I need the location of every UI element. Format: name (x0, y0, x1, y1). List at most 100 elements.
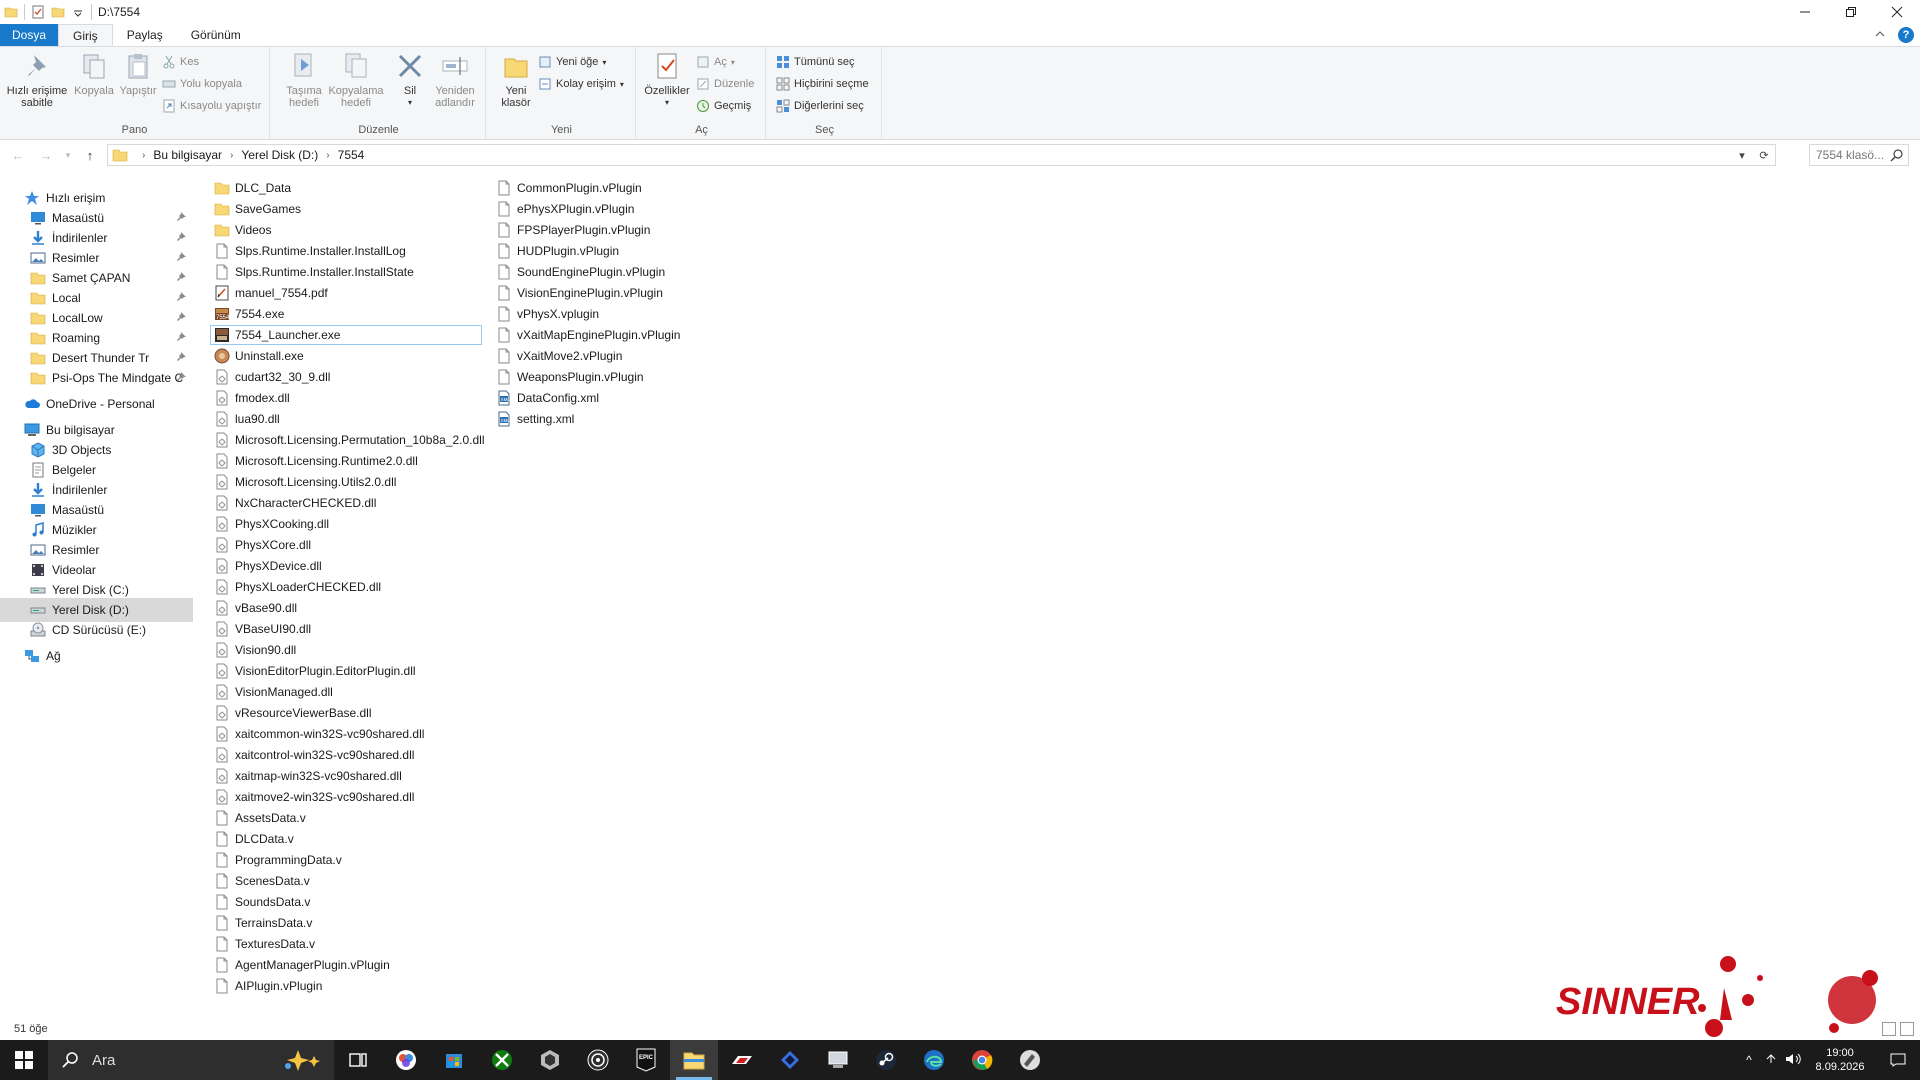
file-item[interactable]: VisionEditorPlugin.EditorPlugin.dll (210, 661, 416, 681)
folder-item[interactable]: DLC_Data (210, 178, 291, 198)
start-button[interactable] (0, 1040, 48, 1080)
file-item[interactable]: AgentManagerPlugin.vPlugin (210, 955, 390, 975)
davinci-icon[interactable] (382, 1040, 430, 1080)
move-to-button[interactable]: Taşıma hedefi (278, 51, 330, 109)
rename-button[interactable]: Yeniden adlandır (428, 51, 482, 109)
file-item[interactable]: WeaponsPlugin.vPlugin (492, 367, 644, 387)
folder-item[interactable]: SaveGames (210, 199, 301, 219)
obs-icon[interactable] (574, 1040, 622, 1080)
breadcrumb-7554[interactable]: 7554 (338, 148, 365, 162)
restore-button[interactable] (1828, 0, 1874, 24)
file-item[interactable]: vXaitMapEnginePlugin.vPlugin (492, 325, 680, 345)
file-item[interactable]: vXaitMove2.vPlugin (492, 346, 622, 366)
file-item[interactable]: NxCharacterCHECKED.dll (210, 493, 376, 513)
file-item[interactable]: Microsoft.Licensing.Permutation_10b8a_2.… (210, 430, 484, 450)
file-item[interactable]: xaitmove2-win32S-vc90shared.dll (210, 787, 414, 807)
tab-view[interactable]: Görünüm (177, 24, 255, 46)
collapse-ribbon-icon[interactable] (1874, 28, 1886, 43)
folder-item[interactable]: Videos (210, 220, 271, 240)
tab-file[interactable]: Dosya (0, 24, 59, 46)
file-item[interactable]: XML setting.xml (492, 409, 574, 429)
new-folder-icon[interactable] (51, 5, 65, 19)
file-item[interactable]: ePhysXPlugin.vPlugin (492, 199, 634, 219)
chrome-icon[interactable] (958, 1040, 1006, 1080)
notification-center-icon[interactable] (1876, 1040, 1920, 1080)
xbox-icon[interactable] (478, 1040, 526, 1080)
address-dropdown-icon[interactable]: ▾ (1731, 149, 1753, 162)
file-item[interactable]: xaitcommon-win32S-vc90shared.dll (210, 724, 424, 744)
large-icons-view-icon[interactable] (1900, 1022, 1914, 1036)
remote-desktop-icon[interactable] (814, 1040, 862, 1080)
file-item[interactable]: HUDPlugin.vPlugin (492, 241, 619, 261)
cut-button[interactable]: Kes (162, 53, 199, 71)
file-item[interactable]: FPSPlayerPlugin.vPlugin (492, 220, 650, 240)
properties-button[interactable]: Özellikler ▾ (642, 51, 692, 109)
customize-chevron-icon[interactable] (71, 5, 85, 19)
file-item[interactable]: TerrainsData.v (210, 913, 312, 933)
file-item[interactable]: xaitcontrol-win32S-vc90shared.dll (210, 745, 414, 765)
file-item[interactable]: SoundsData.v (210, 892, 310, 912)
file-item[interactable]: VBaseUI90.dll (210, 619, 311, 639)
copy-to-button[interactable]: Kopyalama hedefi (324, 51, 388, 109)
copy-path-button[interactable]: Yolu kopyala (162, 75, 242, 93)
close-button[interactable] (1874, 0, 1920, 24)
select-all-button[interactable]: Tümünü seç (776, 53, 855, 71)
file-item[interactable]: AIPlugin.vPlugin (210, 976, 322, 996)
file-item[interactable]: vBase90.dll (210, 598, 297, 618)
file-item[interactable]: XML DataConfig.xml (492, 388, 599, 408)
refresh-icon[interactable]: ⟳ (1753, 149, 1775, 162)
recent-locations-button[interactable]: ▾ (60, 142, 76, 168)
up-button[interactable]: ↑ (76, 142, 104, 168)
sidebar-item[interactable]: Psi-Ops The Mindgate C (0, 366, 193, 390)
history-button[interactable]: Geçmiş (696, 97, 751, 115)
file-item[interactable]: Vision90.dll (210, 640, 296, 660)
network-icon[interactable] (1760, 1053, 1782, 1068)
file-item[interactable]: PhysXDevice.dll (210, 556, 322, 576)
easy-access-button[interactable]: Kolay erişim ▾ (538, 75, 624, 93)
pin-quick-access-button[interactable]: Hızlı erişime sabitle (6, 51, 68, 109)
chevron-right-icon[interactable]: › (142, 150, 145, 161)
search-input[interactable]: 7554 klasö... (1809, 144, 1909, 166)
back-button[interactable]: ← (4, 142, 32, 168)
help-icon[interactable]: ? (1898, 27, 1914, 43)
file-item[interactable]: TexturesData.v (210, 934, 315, 954)
file-item[interactable]: cudart32_30_9.dll (210, 367, 330, 387)
task-view-icon[interactable] (334, 1040, 382, 1080)
epic-games-icon[interactable] (526, 1040, 574, 1080)
breadcrumb-drive-d[interactable]: Yerel Disk (D:) (241, 148, 318, 162)
file-item[interactable]: CommonPlugin.vPlugin (492, 178, 642, 198)
invert-selection-button[interactable]: Diğerlerini seç (776, 97, 864, 115)
new-item-button[interactable]: Yeni öğe ▾ (538, 53, 606, 71)
file-item[interactable]: PhysXCooking.dll (210, 514, 329, 534)
open-button[interactable]: Aç ▾ (696, 53, 735, 71)
file-item[interactable]: 7554_Launcher.exe (210, 325, 482, 345)
copy-button[interactable]: Kopyala (70, 51, 118, 97)
tab-share[interactable]: Paylaş (113, 24, 177, 46)
file-item[interactable]: lua90.dll (210, 409, 280, 429)
sidebar-item[interactable]: OneDrive - Personal (0, 392, 193, 416)
minimize-button[interactable] (1782, 0, 1828, 24)
file-item[interactable]: ProgrammingData.v (210, 850, 342, 870)
store-icon[interactable] (430, 1040, 478, 1080)
epic-launcher-icon[interactable]: EPIC (622, 1040, 670, 1080)
address-bar[interactable]: › Bu bilgisayar › Yerel Disk (D:) › 7554… (107, 144, 1776, 166)
chevron-right-icon[interactable]: › (230, 150, 233, 161)
sidebar-item[interactable]: CD Sürücüsü (E:) (0, 618, 193, 642)
edit-button[interactable]: Düzenle (696, 75, 754, 93)
paste-shortcut-button[interactable]: Kısayolu yapıştır (162, 97, 261, 115)
file-item[interactable]: VisionEnginePlugin.vPlugin (492, 283, 663, 303)
game-tool-icon[interactable] (1006, 1040, 1054, 1080)
properties-check-icon[interactable] (31, 5, 45, 19)
clock[interactable]: 19:00 8.09.2026 (1804, 1046, 1876, 1074)
tab-home[interactable]: Giriş (58, 24, 113, 46)
file-item[interactable]: Slps.Runtime.Installer.InstallLog (210, 241, 406, 261)
file-item[interactable]: SoundEnginePlugin.vPlugin (492, 262, 665, 282)
file-item[interactable]: PhysXLoaderCHECKED.dll (210, 577, 381, 597)
file-item[interactable]: Slps.Runtime.Installer.InstallState (210, 262, 414, 282)
file-item[interactable]: Microsoft.Licensing.Runtime2.0.dll (210, 451, 418, 471)
breadcrumb-this-pc[interactable]: Bu bilgisayar (153, 148, 222, 162)
forward-button[interactable]: → (32, 142, 60, 168)
paste-button[interactable]: Yapıştır (114, 51, 162, 97)
file-item[interactable]: 7554 7554.exe (210, 304, 284, 324)
file-item[interactable]: vPhysX.vplugin (492, 304, 599, 324)
